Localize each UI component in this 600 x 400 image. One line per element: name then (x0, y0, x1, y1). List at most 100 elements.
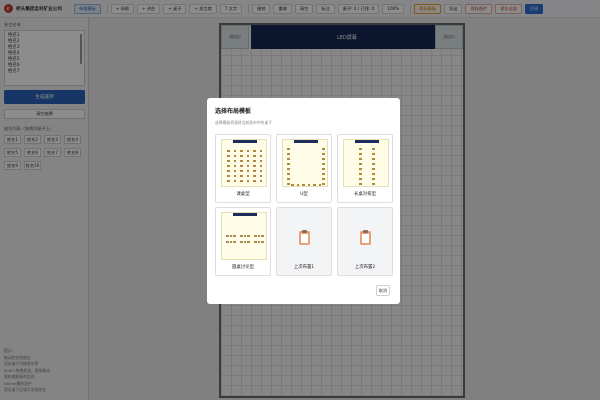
template-card-label: 上次布置1 (293, 265, 315, 270)
seat-mark (259, 155, 262, 157)
seat-mark (318, 184, 321, 186)
seat-mark (322, 163, 325, 165)
template-card-long-table[interactable]: 长桌对排型 (337, 134, 393, 203)
seat-mark (240, 150, 243, 152)
seat-mark (240, 165, 243, 167)
seat-mark (259, 175, 262, 177)
seat-mark (259, 180, 262, 182)
seat-mark (372, 168, 375, 170)
seat-mark (287, 183, 290, 185)
seat-mark (372, 173, 375, 175)
seat-mark (257, 235, 260, 237)
seat-mark (246, 170, 249, 172)
seat-mark (227, 175, 230, 177)
seat-mark (254, 235, 257, 237)
seat-mark (253, 170, 256, 172)
modal-subtitle: 选择模板将清除当前画布中的桌子 (215, 120, 272, 125)
seat-mark (372, 178, 375, 180)
cancel-button[interactable]: 取消 (376, 285, 390, 296)
seat-mark (233, 170, 236, 172)
seat-mark (261, 235, 264, 237)
seat-mark (296, 184, 299, 186)
seat-mark (247, 235, 250, 237)
seat-mark (291, 184, 294, 186)
seat-mark (240, 180, 243, 182)
seat-mark (227, 165, 230, 167)
seat-mark (253, 155, 256, 157)
template-card-last-2[interactable]: 上次布置2 (337, 207, 393, 276)
round-table-thumbnail (221, 212, 267, 260)
template-card-last-1[interactable]: 上次布置1 (276, 207, 332, 276)
seat-mark (246, 160, 249, 162)
seat-mark (372, 158, 375, 160)
seat-mark (246, 155, 249, 157)
seat-mark (287, 168, 290, 170)
template-card-round-table[interactable]: 圆桌讨论型 (215, 207, 271, 276)
seat-mark (233, 175, 236, 177)
seat-mark (359, 158, 362, 160)
template-card-label: U型 (300, 192, 308, 197)
seat-mark (322, 173, 325, 175)
seat-mark (253, 160, 256, 162)
seat-mark (287, 153, 290, 155)
seat-mark (259, 165, 262, 167)
seat-mark (259, 170, 262, 172)
seat-mark (240, 175, 243, 177)
seat-mark (233, 165, 236, 167)
seat-mark (372, 153, 375, 155)
seat-mark (359, 178, 362, 180)
seat-mark (359, 168, 362, 170)
seat-mark (246, 180, 249, 182)
template-modal: 选择布局模板 选择模板将清除当前画布中的桌子 课桌型 U型 长桌对排型 圆桌讨论… (207, 98, 400, 304)
seat-mark (287, 158, 290, 160)
seat-mark (359, 183, 362, 185)
seat-mark (246, 150, 249, 152)
seat-mark (233, 160, 236, 162)
seat-mark (227, 160, 230, 162)
seat-mark (240, 160, 243, 162)
seat-mark (287, 173, 290, 175)
seat-mark (246, 175, 249, 177)
seat-mark (253, 180, 256, 182)
seat-mark (243, 241, 246, 243)
template-card-label: 圆桌讨论型 (232, 265, 254, 270)
template-card-label: 上次布置2 (354, 265, 376, 270)
seat-mark (359, 153, 362, 155)
template-card-u-shape[interactable]: U型 (276, 134, 332, 203)
seat-mark (253, 175, 256, 177)
template-card-label: 课桌型 (236, 192, 250, 197)
seat-mark (243, 235, 246, 237)
seat-mark (229, 241, 232, 243)
seat-mark (322, 178, 325, 180)
seat-mark (240, 235, 243, 237)
seat-mark (247, 241, 250, 243)
u-shape-thumbnail (282, 139, 328, 187)
seat-mark (259, 150, 262, 152)
seat-mark (257, 241, 260, 243)
seat-mark (287, 178, 290, 180)
seat-mark (372, 148, 375, 150)
seat-mark (359, 163, 362, 165)
seat-mark (233, 235, 236, 237)
seat-mark (261, 241, 264, 243)
classroom-thumbnail (221, 139, 267, 187)
seat-mark (372, 163, 375, 165)
seat-mark (233, 180, 236, 182)
seat-mark (322, 158, 325, 160)
template-grid: 课桌型 U型 长桌对排型 圆桌讨论型 上次布置1 上次布置2 (215, 134, 393, 276)
template-card-label: 长桌对排型 (354, 192, 376, 197)
seat-mark (302, 184, 305, 186)
seat-mark (233, 155, 236, 157)
modal-overlay[interactable]: 选择布局模板 选择模板将清除当前画布中的桌子 课桌型 U型 长桌对排型 圆桌讨论… (0, 0, 600, 400)
seat-mark (240, 170, 243, 172)
template-card-classroom[interactable]: 课桌型 (215, 134, 271, 203)
seat-mark (227, 170, 230, 172)
seat-mark (307, 184, 310, 186)
seat-mark (322, 153, 325, 155)
seat-mark (227, 150, 230, 152)
seat-mark (226, 241, 229, 243)
seat-mark (253, 150, 256, 152)
long-table-thumbnail (343, 139, 389, 187)
seat-mark (313, 184, 316, 186)
seat-mark (254, 241, 257, 243)
